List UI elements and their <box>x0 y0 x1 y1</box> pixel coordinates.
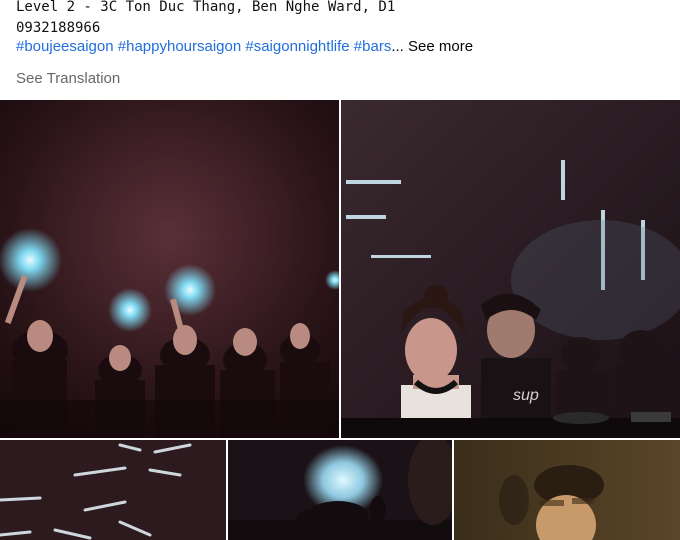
address-line: Level 2 - 3C Ton Duc Thang, Ben Nghe War… <box>16 0 396 15</box>
hashtag-link[interactable]: #happyhoursaigon <box>118 38 241 55</box>
ellipsis: ... <box>391 38 404 55</box>
svg-text:sup: sup <box>513 387 539 404</box>
photo-ceiling-lights[interactable] <box>0 440 226 540</box>
hashtags-line: #boujeesaigon #happyhoursaigon #saigonni… <box>16 37 473 57</box>
photo-grid: sup <box>0 100 680 540</box>
photo-club-silhouettes[interactable] <box>228 440 452 540</box>
photo-party-crowd[interactable] <box>0 100 339 438</box>
see-more-button[interactable]: See more <box>408 38 473 55</box>
hashtag-link[interactable]: #boujeesaigon <box>16 38 114 55</box>
photo-club-silhouettes-image <box>228 440 452 540</box>
hashtag-link[interactable]: #bars <box>354 38 392 55</box>
see-translation-button[interactable]: See Translation <box>16 69 120 89</box>
hashtag-link[interactable]: #saigonnightlife <box>245 38 349 55</box>
photo-guest-portrait-image <box>454 440 680 540</box>
photo-dj-set-image: sup <box>341 100 680 438</box>
photo-guest-portrait[interactable] <box>454 440 680 540</box>
photo-party-crowd-image <box>0 100 339 438</box>
photo-ceiling-lights-image <box>0 440 226 540</box>
photo-dj-set[interactable]: sup <box>341 100 680 438</box>
phone-line: 0932188966 <box>16 20 101 36</box>
